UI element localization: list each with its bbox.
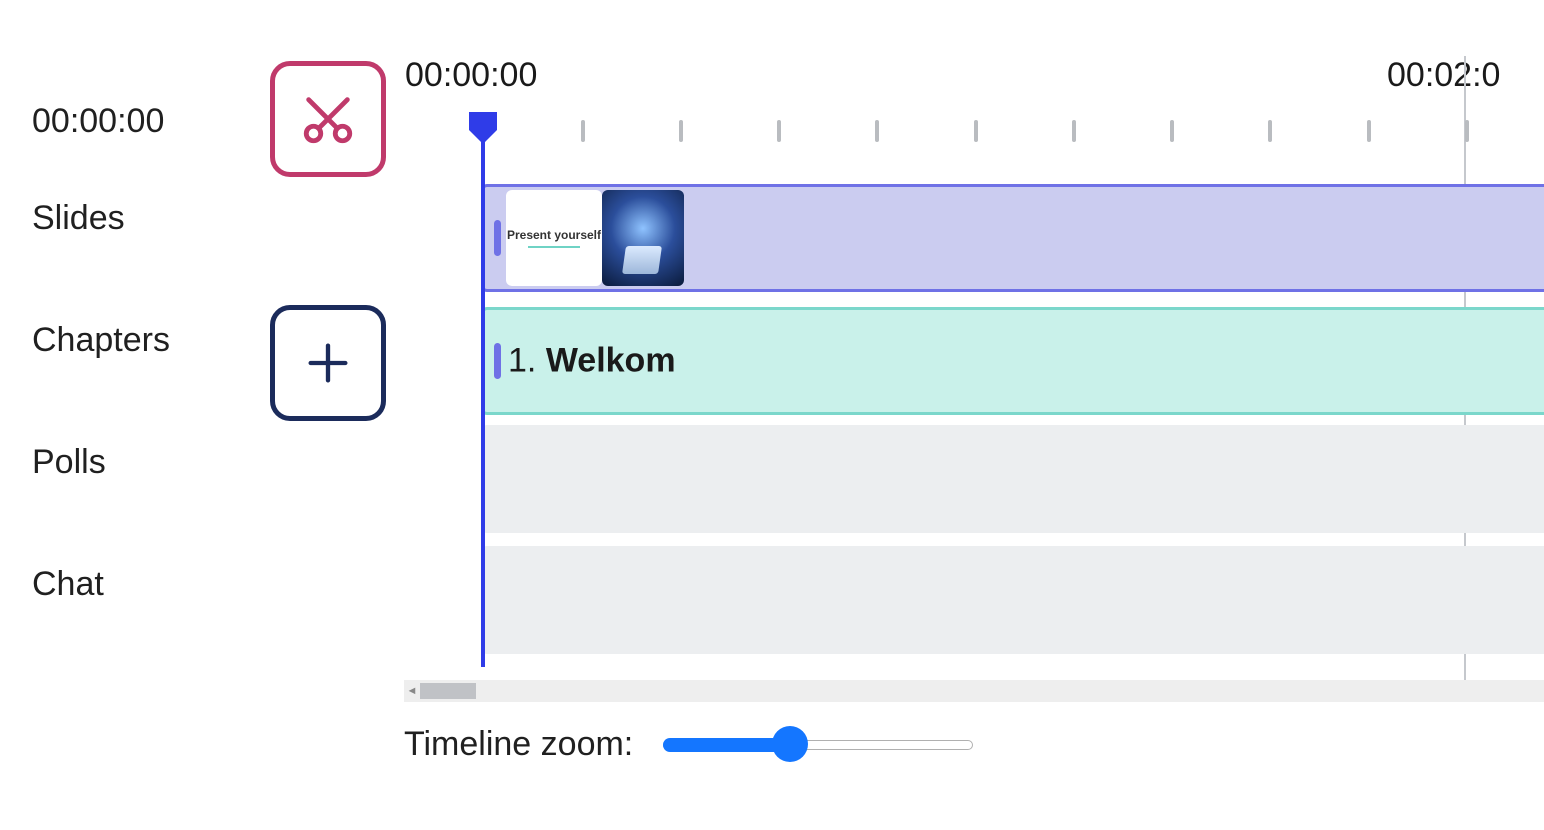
slide-thumbnail[interactable]: Present yourself xyxy=(506,190,602,286)
ruler-tick xyxy=(1072,120,1076,142)
scissors-icon xyxy=(299,90,357,148)
slider-fill xyxy=(663,738,790,752)
chapter-number: 1. xyxy=(508,342,536,380)
plus-icon xyxy=(302,337,354,389)
playhead-handle-icon[interactable] xyxy=(467,110,499,146)
ruler-label: 00:00:00 xyxy=(405,56,537,95)
ruler-tick xyxy=(581,120,585,142)
chapters-track[interactable]: 1. Welkom xyxy=(481,307,1544,415)
clip-drag-handle[interactable] xyxy=(494,220,501,256)
ruler-tick xyxy=(1170,120,1174,142)
chapter-label: 1. Welkom xyxy=(508,342,676,381)
zoom-label: Timeline zoom: xyxy=(404,725,633,764)
horizontal-scrollbar[interactable]: ◄ xyxy=(404,680,1544,702)
slider-knob[interactable] xyxy=(772,726,808,762)
slide-thumbnail[interactable] xyxy=(602,190,684,286)
ruler-tick xyxy=(1268,120,1272,142)
add-chapter-button[interactable] xyxy=(270,305,386,421)
ruler-tick xyxy=(974,120,978,142)
clip-drag-handle[interactable] xyxy=(494,343,501,379)
chapter-name: Welkom xyxy=(546,342,676,380)
ruler-tick xyxy=(777,120,781,142)
timeline-ruler[interactable]: 00:00:00 00:02:0 xyxy=(404,0,1544,145)
ruler-label: 00:02:0 xyxy=(1387,56,1500,95)
row-label-chat: Chat xyxy=(32,523,252,645)
chat-track[interactable] xyxy=(481,546,1544,654)
scrollbar-thumb[interactable] xyxy=(420,683,476,699)
row-label-polls: Polls xyxy=(32,401,252,523)
timeline[interactable]: 00:00:00 00:02:0 xyxy=(404,0,1544,680)
current-time: 00:00:00 xyxy=(32,85,252,157)
slides-track[interactable]: Present yourself xyxy=(481,184,1544,292)
row-label-chapters: Chapters xyxy=(32,279,252,401)
polls-track[interactable] xyxy=(481,425,1544,533)
cut-button[interactable] xyxy=(270,61,386,177)
slide-thumbnail-title: Present yourself xyxy=(507,228,601,242)
scroll-left-arrow-icon[interactable]: ◄ xyxy=(404,680,420,702)
zoom-slider[interactable] xyxy=(663,724,973,764)
playhead[interactable] xyxy=(481,112,485,667)
ruler-tick xyxy=(875,120,879,142)
row-label-slides: Slides xyxy=(32,157,252,279)
ruler-tick xyxy=(1367,120,1371,142)
ruler-tick xyxy=(1465,120,1469,142)
scrollbar-track[interactable] xyxy=(420,680,1544,702)
ruler-tick xyxy=(679,120,683,142)
